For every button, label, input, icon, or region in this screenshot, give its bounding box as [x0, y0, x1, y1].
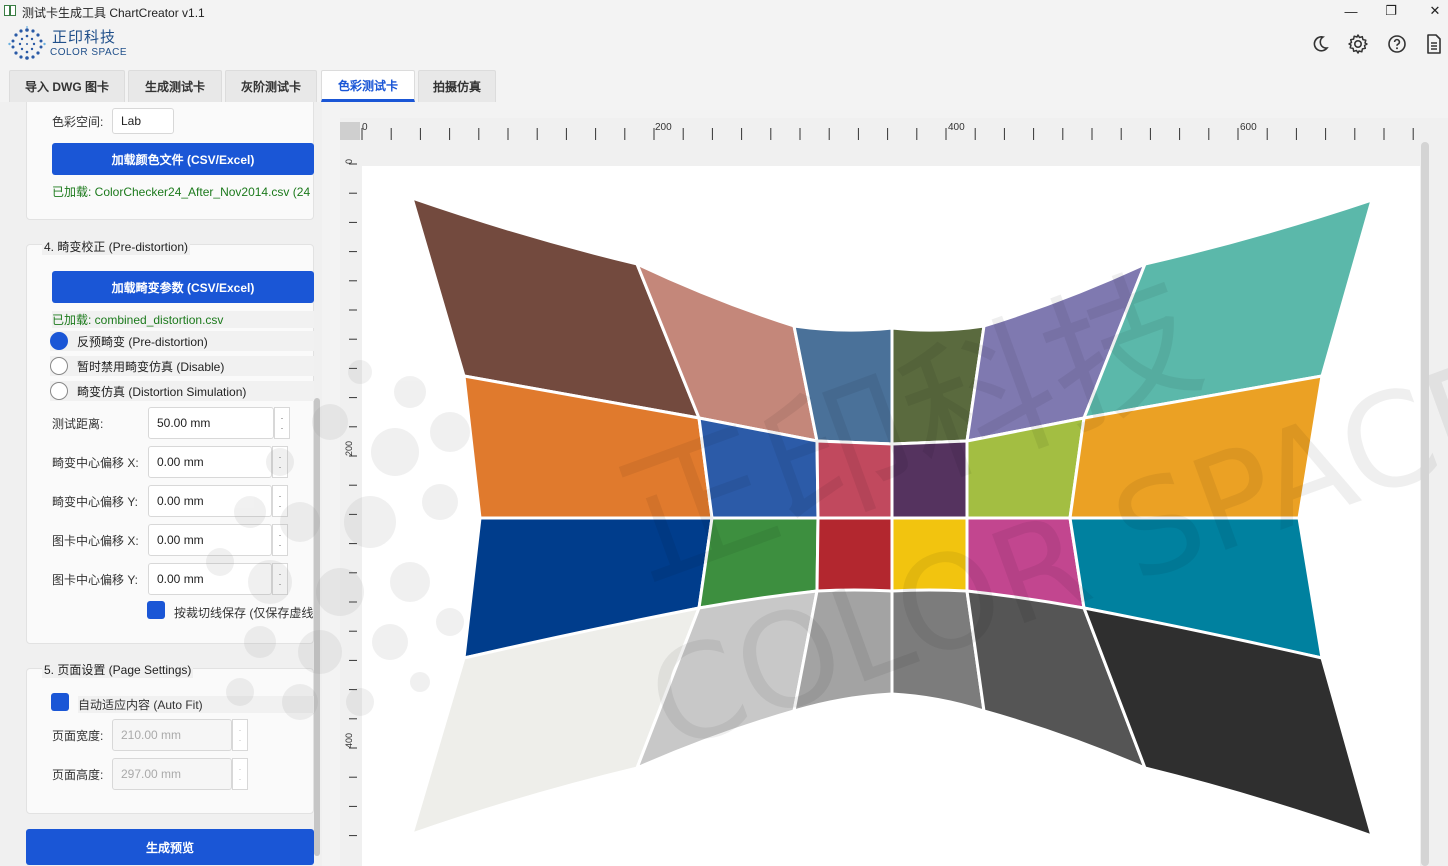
- tab-label: 生成测试卡: [144, 80, 205, 94]
- color-file-loaded-status: 已加载: ColorChecker24_After_Nov2014.csv (2…: [52, 185, 314, 199]
- logo-dots-icon: [8, 26, 46, 60]
- distortion-center-x-input[interactable]: 0.00 mm: [148, 446, 272, 478]
- test-distance-input[interactable]: 50.00 mm: [148, 407, 274, 439]
- color-patch: [1082, 198, 1374, 420]
- test-distance-stepper[interactable]: · ·: [274, 407, 290, 439]
- ruler-h-label-200: 200: [655, 122, 672, 133]
- close-button[interactable]: ✕: [1412, 0, 1448, 22]
- test-distance-label: 测试距离:: [52, 417, 104, 431]
- chart-center-x-stepper[interactable]: · ·: [272, 524, 288, 556]
- page-height-label: 页面高度:: [52, 768, 104, 782]
- load-color-file-button[interactable]: 加载颜色文件 (CSV/Excel): [52, 143, 314, 175]
- ruler-h-label-600: 600: [1240, 122, 1257, 133]
- page-height-input[interactable]: 297.00 mm: [112, 758, 232, 790]
- radio-indicator: [50, 332, 68, 350]
- color-patch: [815, 439, 894, 520]
- color-space-select[interactable]: Lab: [112, 108, 174, 134]
- logo-text-en: COLOR SPACE: [50, 47, 127, 58]
- help-icon: [1388, 35, 1406, 53]
- chart-center-y-stepper[interactable]: · ·: [272, 563, 288, 595]
- load-distortion-button[interactable]: 加载畸变参数 (CSV/Excel): [52, 271, 314, 303]
- title-bar: 测试卡生成工具 ChartCreator v1.1 — ❐ ✕: [0, 0, 1448, 22]
- page-settings-title: 5. 页面设置 (Page Settings): [42, 661, 194, 678]
- gear-icon: [1348, 34, 1368, 54]
- radio-indicator: [50, 382, 68, 400]
- chart-center-x-input[interactable]: 0.00 mm: [148, 524, 272, 556]
- page-width-label: 页面宽度:: [52, 729, 104, 743]
- chart-center-y-label: 图卡中心偏移 Y:: [52, 573, 139, 587]
- color-patch: [1082, 606, 1374, 838]
- tab-label: 拍摄仿真: [432, 80, 481, 94]
- chart-center-y-input[interactable]: 0.00 mm: [148, 563, 272, 595]
- ruler-h-label-0: 0: [362, 122, 368, 133]
- distortion-center-y-label: 畸变中心偏移 Y:: [52, 495, 139, 509]
- radio-indicator: [50, 357, 68, 375]
- radio-distortion-simulation[interactable]: 畸变仿真 (Distortion Simulation): [50, 381, 314, 401]
- crop-save-checkbox[interactable]: [147, 601, 165, 619]
- restore-icon: ❐: [1385, 3, 1397, 18]
- canvas-vertical-scrollbar[interactable]: [1421, 142, 1429, 866]
- tab-label: 色彩测试卡: [337, 78, 398, 93]
- distortion-center-y-input[interactable]: 0.00 mm: [148, 485, 272, 517]
- color-patch: [890, 516, 969, 593]
- tab-color-chart[interactable]: 色彩测试卡: [321, 70, 415, 102]
- distortion-center-y-stepper[interactable]: · ·: [272, 485, 288, 517]
- crop-save-label: 按裁切线保存 (仅保存虚线: [174, 606, 314, 620]
- tab-bar: 导入 DWG 图卡 生成测试卡 灰阶测试卡 色彩测试卡 拍摄仿真: [0, 68, 1448, 102]
- radio-label: 反预畸变 (Pre-distortion): [77, 334, 208, 349]
- moon-icon: [1313, 36, 1329, 52]
- ruler-v-label-0: 0: [344, 159, 354, 164]
- logo-text-cn: 正印科技: [52, 29, 117, 46]
- tab-generate-chart[interactable]: 生成测试卡: [128, 70, 222, 102]
- tab-grayscale-chart[interactable]: 灰阶测试卡: [225, 70, 317, 102]
- distortion-section-title: 4. 畸变校正 (Pre-distortion): [42, 238, 191, 255]
- log-button[interactable]: [1422, 32, 1446, 56]
- distortion-loaded-status: 已加载: combined_distortion.csv: [52, 311, 314, 328]
- minimize-icon: —: [1344, 3, 1358, 19]
- auto-fit-label: 自动适应内容 (Auto Fit): [78, 696, 314, 713]
- radio-label: 暂时禁用畸变仿真 (Disable): [77, 359, 225, 374]
- color-patch: [890, 439, 969, 520]
- color-patch: [815, 516, 894, 593]
- app-header: 正印科技 COLOR SPACE: [0, 22, 1448, 68]
- document-icon: [1427, 34, 1441, 54]
- color-chart-preview[interactable]: [362, 166, 1420, 866]
- radio-label: 畸变仿真 (Distortion Simulation): [77, 384, 247, 399]
- ruler-h-label-400: 400: [948, 122, 965, 133]
- panel-scrollbar[interactable]: [314, 398, 320, 856]
- distortion-center-x-stepper[interactable]: · ·: [272, 446, 288, 478]
- theme-toggle-button[interactable]: [1308, 32, 1332, 56]
- close-icon: ✕: [1429, 3, 1441, 18]
- maximize-button[interactable]: ❐: [1368, 0, 1414, 22]
- page-height-stepper[interactable]: · ·: [232, 758, 248, 790]
- window-title: 测试卡生成工具 ChartCreator v1.1: [22, 6, 205, 20]
- chart-center-x-label: 图卡中心偏移 X:: [52, 534, 139, 548]
- generate-preview-button[interactable]: 生成预览: [26, 829, 314, 865]
- settings-panel: 色彩空间: Lab 加载颜色文件 (CSV/Excel) 已加载: ColorC…: [0, 102, 322, 866]
- help-button[interactable]: [1385, 32, 1409, 56]
- auto-fit-checkbox[interactable]: [51, 693, 69, 711]
- radio-disable-distortion[interactable]: 暂时禁用畸变仿真 (Disable): [50, 356, 314, 376]
- distortion-center-x-label: 畸变中心偏移 X:: [52, 456, 139, 470]
- ruler-corner: [340, 122, 360, 140]
- app-icon: [4, 5, 16, 16]
- tab-label: 灰阶测试卡: [240, 80, 301, 94]
- ruler-v-label-200: 200: [344, 441, 354, 456]
- page-width-stepper[interactable]: · ·: [232, 719, 248, 751]
- ruler-v-label-400: 400: [344, 733, 354, 748]
- tab-import-dwg[interactable]: 导入 DWG 图卡: [9, 70, 125, 102]
- tab-label: 导入 DWG 图卡: [25, 80, 109, 94]
- page-width-input[interactable]: 210.00 mm: [112, 719, 232, 751]
- tab-capture-simulation[interactable]: 拍摄仿真: [418, 70, 496, 102]
- settings-button[interactable]: [1346, 32, 1370, 56]
- radio-pre-distortion[interactable]: 反预畸变 (Pre-distortion): [50, 331, 314, 351]
- color-space-label: 色彩空间:: [52, 115, 104, 129]
